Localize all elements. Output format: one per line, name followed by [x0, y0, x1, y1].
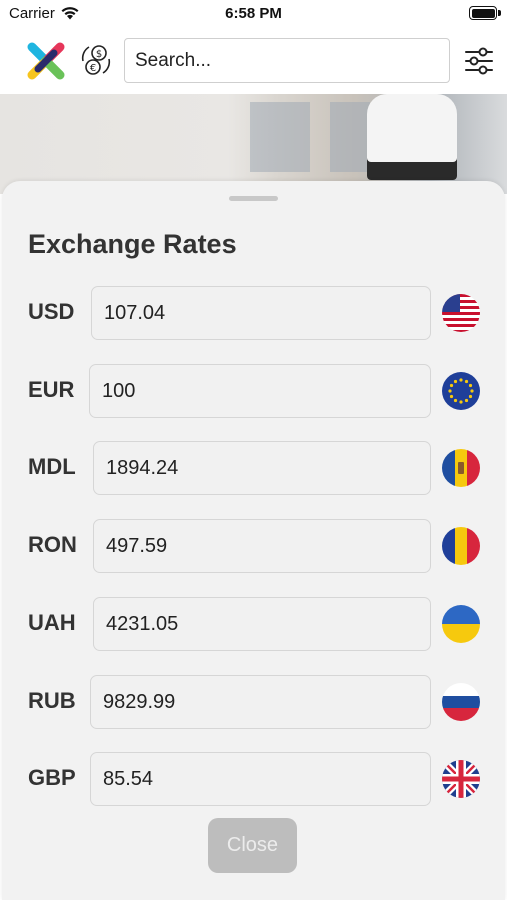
close-button[interactable]: Close [208, 818, 297, 873]
rate-row-uah: UAH [2, 597, 505, 651]
rate-row-usd: USD [2, 286, 505, 340]
uk-flag-icon [442, 760, 480, 798]
rate-input-rub[interactable] [90, 675, 431, 729]
rate-input-ron[interactable] [93, 519, 431, 573]
car-image [367, 94, 457, 180]
romania-flag-icon [442, 527, 480, 565]
hero-image [0, 94, 507, 194]
currency-code: GBP [28, 765, 76, 790]
currency-code: UAH [28, 610, 76, 635]
rate-row-eur: EUR [2, 364, 505, 418]
sheet-grabber[interactable] [229, 196, 278, 201]
search-input[interactable] [124, 38, 450, 83]
currency-code: EUR [28, 377, 75, 402]
clock: 6:58 PM [225, 5, 282, 22]
rate-input-usd[interactable] [91, 286, 431, 340]
currency-code: RUB [28, 688, 76, 713]
russia-flag-icon [442, 683, 480, 721]
currency-code: USD [28, 299, 75, 324]
rate-input-eur[interactable] [89, 364, 431, 418]
svg-text:$: $ [96, 49, 102, 60]
currency-code: RON [28, 532, 77, 557]
rate-row-mdl: MDL [2, 441, 505, 495]
ukraine-flag-icon [442, 605, 480, 643]
app-header: $ € [0, 28, 507, 94]
rate-row-gbp: GBP [2, 752, 505, 806]
battery-icon [469, 6, 501, 20]
rate-row-rub: RUB [2, 675, 505, 729]
rate-input-gbp[interactable] [90, 752, 431, 806]
svg-text:€: € [90, 63, 96, 74]
eu-flag-icon [442, 372, 480, 410]
rate-input-mdl[interactable] [93, 441, 431, 495]
rate-input-uah[interactable] [93, 597, 431, 651]
filter-settings-icon[interactable] [462, 45, 496, 77]
rate-row-ron: RON [2, 519, 505, 573]
currency-exchange-icon[interactable]: $ € [78, 42, 114, 78]
status-bar: Carrier 6:58 PM [0, 0, 507, 28]
exchange-rates-sheet: Exchange Rates USD EUR MDL [2, 181, 505, 900]
sheet-title: Exchange Rates [28, 229, 237, 259]
currency-code: MDL [28, 454, 76, 479]
us-flag-icon [442, 294, 480, 332]
app-logo[interactable] [24, 39, 68, 83]
moldova-flag-icon [442, 449, 480, 487]
